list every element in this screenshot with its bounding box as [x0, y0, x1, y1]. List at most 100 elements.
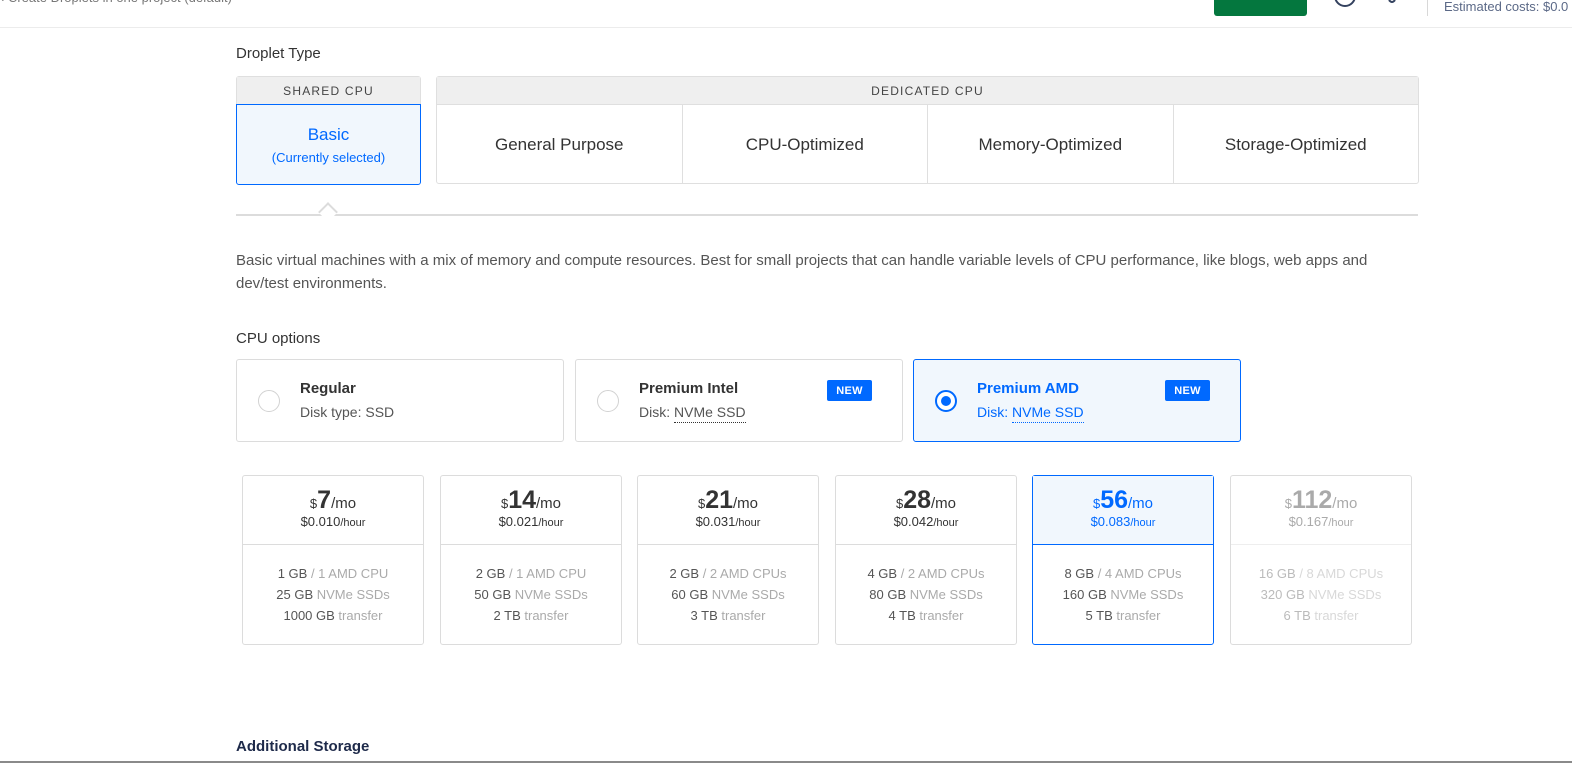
disk-value-tooltip[interactable]: NVMe SSD	[1012, 404, 1084, 423]
dedicated-cpu-group: DEDICATED CPU General Purpose CPU-Optimi…	[436, 76, 1419, 184]
droplet-type-cpu-optimized[interactable]: CPU-Optimized	[683, 105, 928, 184]
plan-price: $112/mo $0.167/hour	[1231, 476, 1411, 545]
hourly-amount: $0.010	[300, 514, 341, 529]
radio-button[interactable]	[597, 390, 619, 412]
disk-type: NVMe SSDs	[511, 587, 588, 602]
hourly-amount: $0.021	[498, 514, 539, 529]
disk-size: 80 GB	[869, 587, 907, 602]
selection-caret-icon	[318, 202, 338, 222]
hourly-unit: /hour	[933, 517, 959, 529]
new-badge: NEW	[1165, 380, 1210, 401]
monthly-unit: /mo	[536, 495, 562, 512]
additional-storage-title: Additional Storage	[236, 738, 370, 755]
spec-disk: 60 GB NVMe SSDs	[638, 584, 818, 605]
plan-price: $21/mo $0.031/hour	[638, 476, 818, 545]
plan-specs: 4 GB / 2 AMD CPUs 80 GB NVMe SSDs 4 TB tra…	[836, 545, 1016, 626]
spec-disk: 25 GB NVMe SSDs	[243, 584, 423, 605]
disk-type: NVMe SSDs	[708, 587, 785, 602]
option-label: Memory-Optimized	[978, 134, 1123, 154]
radio-button-selected[interactable]	[935, 390, 957, 412]
transfer: 4 TB	[888, 608, 916, 623]
new-badge: NEW	[827, 380, 872, 401]
plan-card[interactable]: $28/mo $0.042/hour 4 GB / 2 AMD CPUs 80 GB …	[835, 475, 1017, 645]
transfer-unit: transfer	[334, 608, 383, 623]
monthly-price: $56/mo	[1033, 488, 1213, 514]
cpu-option-premium-intel[interactable]: Premium Intel Disk: NVMe SSD NEW	[575, 359, 903, 442]
monthly-price: $112/mo	[1231, 488, 1411, 514]
window-edge	[0, 761, 1572, 763]
dedicated-cpu-header: DEDICATED CPU	[437, 77, 1418, 105]
plan-card[interactable]: $56/mo $0.083/hour 8 GB / 4 AMD CPUs 160 GB…	[1032, 475, 1214, 645]
option-label: CPU-Optimized	[745, 134, 864, 154]
plan-price: $14/mo $0.021/hour	[441, 476, 621, 545]
shared-cpu-header: SHARED CPU	[237, 77, 420, 105]
plan-card[interactable]: $21/mo $0.031/hour 2 GB / 2 AMD CPUs 60 GB …	[637, 475, 819, 645]
monthly-unit: /mo	[733, 495, 759, 512]
droplet-type-basic[interactable]: Basic (Currently selected)	[236, 104, 421, 185]
monthly-unit: /mo	[931, 495, 957, 512]
hourly-unit: /hour	[735, 517, 761, 529]
monthly-unit: /mo	[1332, 495, 1358, 512]
disk-size: 25 GB	[276, 587, 314, 602]
monthly-unit: /mo	[1128, 495, 1154, 512]
plan-card[interactable]: $7/mo $0.010/hour 1 GB / 1 AMD CPU 25 GB NV…	[242, 475, 424, 645]
spec-memory-cpu: 16 GB / 8 AMD CPUs	[1231, 563, 1411, 584]
spec-transfer: 2 TB transfer	[441, 605, 621, 626]
estimated-costs: Estimated costs: $0.0	[1444, 0, 1569, 14]
disk-type: NVMe SSDs	[1304, 587, 1382, 602]
option-label: Storage-Optimized	[1224, 134, 1367, 154]
spec-transfer: 5 TB transfer	[1033, 605, 1213, 626]
radio-button[interactable]	[258, 390, 280, 412]
currency-symbol: $	[1284, 496, 1292, 511]
cpu: / 8 AMD CPUs	[1295, 566, 1384, 581]
top-bar: ‹ Create Droplets in one project (defaul…	[0, 0, 1572, 28]
monthly-price: $21/mo	[638, 488, 818, 514]
cpu-option-name: Premium AMD	[977, 380, 1079, 397]
help-icon[interactable]	[1333, 0, 1357, 8]
disk-value-tooltip[interactable]: NVMe SSD	[674, 404, 746, 423]
plan-card[interactable]: $14/mo $0.021/hour 2 GB / 1 AMD CPU 50 GB N…	[440, 475, 622, 645]
monthly-amount: 21	[705, 486, 734, 514]
hourly-amount: $0.083	[1090, 514, 1131, 529]
hourly-price: $0.083/hour	[1033, 515, 1213, 530]
disk-type: NVMe SSDs	[906, 587, 983, 602]
monthly-amount: 28	[903, 486, 932, 514]
monthly-amount: 7	[317, 486, 332, 514]
breadcrumb[interactable]: ‹ Create Droplets in one project (defaul…	[0, 0, 232, 5]
bell-icon[interactable]	[1380, 0, 1404, 8]
plan-card: $112/mo $0.167/hour 16 GB / 8 AMD CPUs 320 …	[1230, 475, 1412, 645]
cpu: / 2 AMD CPUs	[699, 566, 787, 581]
monthly-amount: 112	[1291, 486, 1333, 514]
droplet-type-title: Droplet Type	[236, 45, 321, 62]
cpu-option-premium-amd[interactable]: Premium AMD Disk: NVMe SSD NEW	[913, 359, 1241, 442]
spec-memory-cpu: 2 GB / 1 AMD CPU	[441, 563, 621, 584]
memory: 16 GB	[1258, 566, 1296, 581]
cpu-option-disk: Disk: NVMe SSD	[639, 404, 746, 423]
spec-transfer: 6 TB transfer	[1231, 605, 1411, 626]
cpu-option-disk: Disk type: SSD	[300, 404, 394, 420]
create-droplet-button[interactable]	[1214, 0, 1307, 16]
cpu-option-regular[interactable]: Regular Disk type: SSD	[236, 359, 564, 442]
disk-size: 160 GB	[1062, 587, 1107, 602]
shared-cpu-group: SHARED CPU Basic (Currently selected)	[236, 76, 421, 185]
monthly-amount: 56	[1100, 486, 1129, 514]
hourly-amount: $0.031	[695, 514, 736, 529]
memory: 8 GB	[1064, 566, 1095, 581]
cpu: / 1 AMD CPU	[505, 566, 587, 581]
transfer: 2 TB	[493, 608, 521, 623]
transfer: 3 TB	[690, 608, 718, 623]
disk-label: Disk:	[639, 404, 674, 420]
hourly-price: $0.021/hour	[441, 515, 621, 530]
hourly-price: $0.031/hour	[638, 515, 818, 530]
monthly-unit: /mo	[331, 495, 357, 512]
transfer: 1000 GB	[283, 608, 335, 623]
selection-divider	[236, 214, 1418, 216]
droplet-type-storage-optimized[interactable]: Storage-Optimized	[1174, 105, 1419, 184]
transfer-unit: transfer	[717, 608, 766, 623]
droplet-type-general-purpose[interactable]: General Purpose	[437, 105, 683, 184]
hourly-price: $0.010/hour	[243, 515, 423, 530]
plan-specs: 8 GB / 4 AMD CPUs 160 GB NVMe SSDs 5 TB tr…	[1033, 545, 1213, 626]
disk-label: Disk:	[977, 404, 1012, 420]
disk-type: NVMe SSDs	[1106, 587, 1184, 602]
droplet-type-memory-optimized[interactable]: Memory-Optimized	[928, 105, 1174, 184]
